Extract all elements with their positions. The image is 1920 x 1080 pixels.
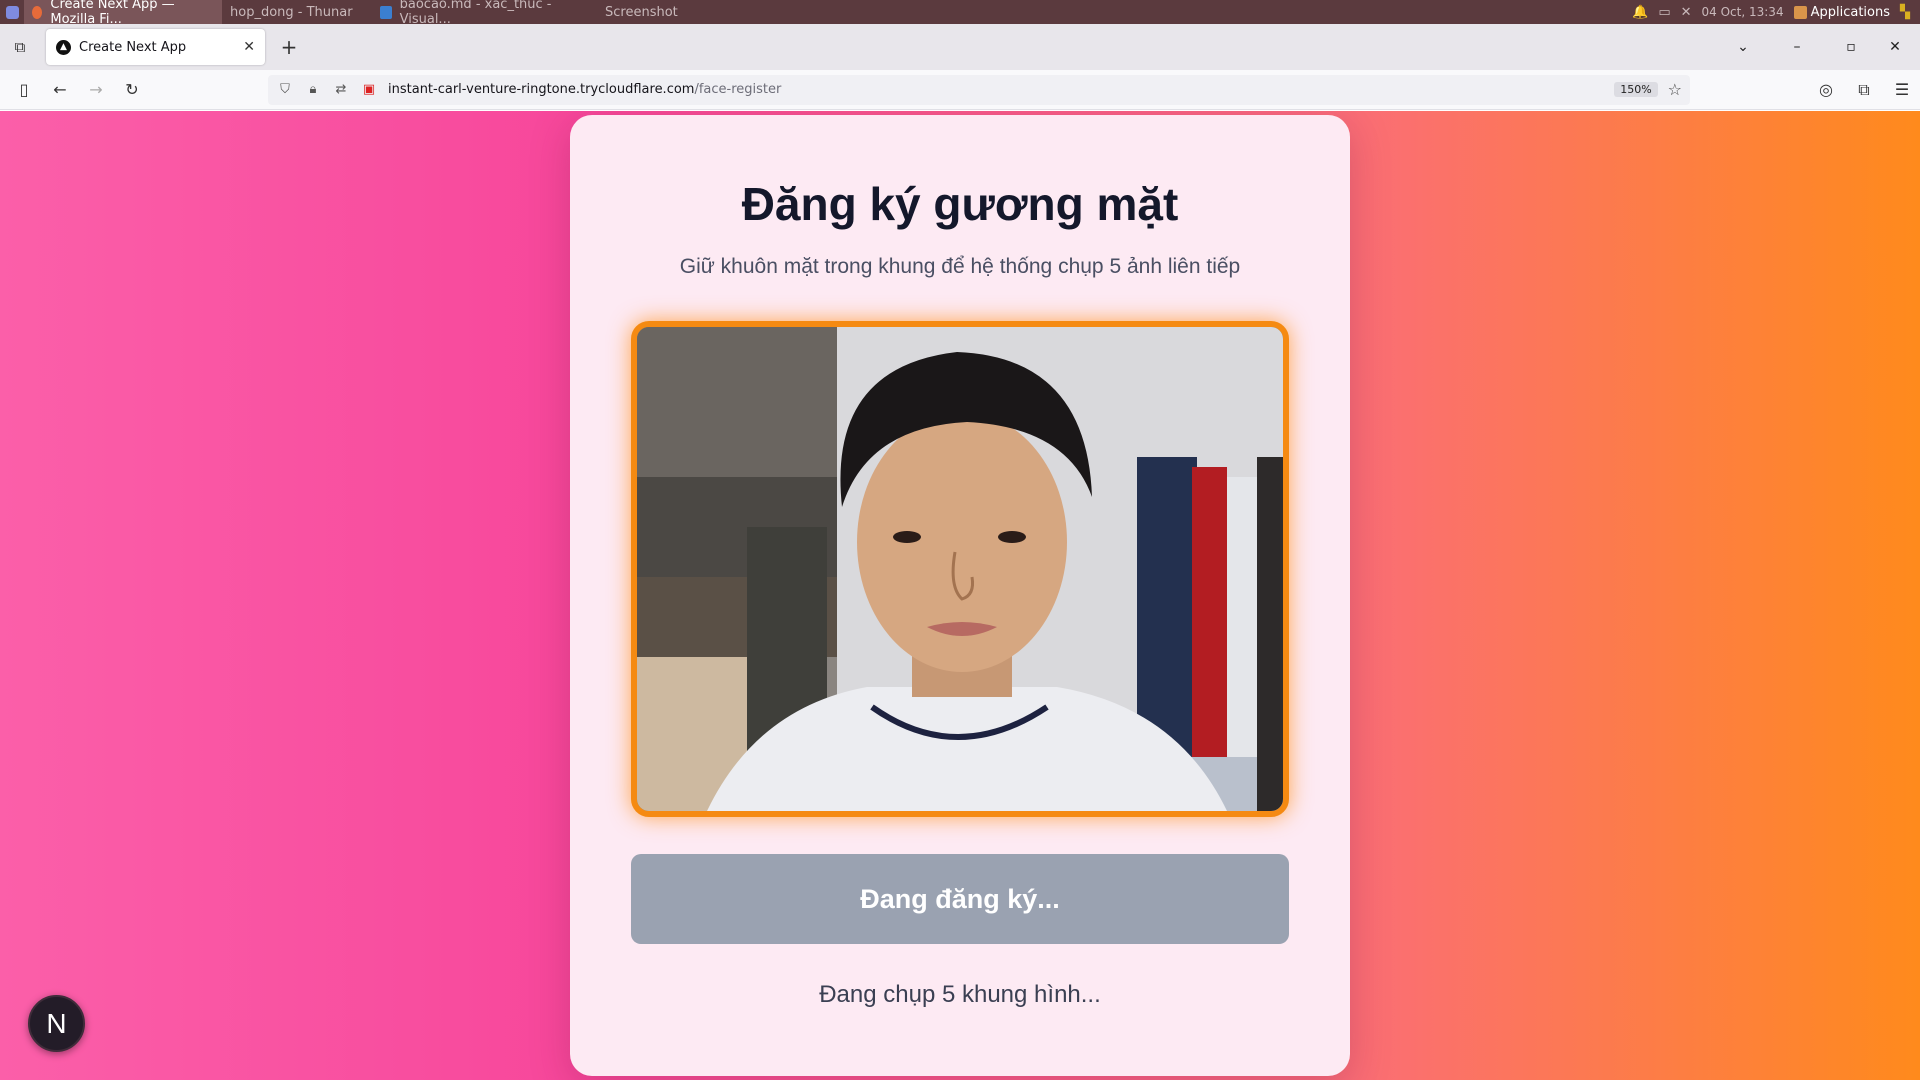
camera-in-use-icon[interactable]: ▣ (360, 82, 378, 97)
extensions-icon[interactable]: ⧉ (1846, 80, 1882, 100)
minimize-icon[interactable]: – (1762, 39, 1832, 55)
list-all-tabs-icon[interactable]: ⌄ (1724, 39, 1762, 55)
page-background: Đăng ký gương mặt Giữ khuôn mặt trong kh… (0, 111, 1920, 1080)
face-register-card: Đăng ký gương mặt Giữ khuôn mặt trong kh… (570, 115, 1350, 1076)
browser-navbar: ▯ ← → ↻ ⛉ 🔒︎ ⇄ ▣ instant-carl-venture-ri… (0, 70, 1920, 110)
tray-app-icon[interactable]: ▚ (1900, 5, 1910, 20)
page-subtitle: Giữ khuôn mặt trong khung để hệ thống ch… (679, 255, 1241, 278)
taskbar-item-label: Screenshot (605, 4, 678, 20)
zoom-indicator[interactable]: 150% (1614, 82, 1658, 97)
tab-title: Create Next App (79, 39, 187, 55)
firefox-icon (32, 5, 43, 19)
nextjs-dev-indicator[interactable]: N (28, 995, 85, 1052)
camera-preview (631, 321, 1289, 817)
lock-icon[interactable]: 🔒︎ (304, 82, 322, 97)
camera-feed-image (637, 327, 1283, 811)
url-path: /face-register (694, 82, 782, 97)
address-bar[interactable]: ⛉ 🔒︎ ⇄ ▣ instant-carl-venture-ringtone.t… (268, 74, 1690, 105)
notification-bell-icon[interactable]: 🔔 (1632, 5, 1648, 20)
applications-menu[interactable]: Applications (1793, 4, 1890, 20)
reload-icon[interactable]: ↻ (114, 80, 150, 99)
taskbar-item-firefox[interactable]: Create Next App — Mozilla Fi... (24, 0, 222, 27)
taskbar-item-label: baocao.md - xac_thuc - Visual... (399, 0, 552, 27)
account-icon[interactable]: ◎ (1808, 80, 1844, 100)
register-button[interactable]: Đang đăng ký... (631, 854, 1289, 944)
applications-icon (1793, 5, 1807, 19)
back-icon[interactable]: ← (42, 80, 78, 99)
os-top-panel: Create Next App — Mozilla Fi... hop_dong… (0, 0, 1920, 27)
applications-label: Applications (1810, 4, 1890, 20)
bookmark-star-icon[interactable]: ☆ (1668, 80, 1682, 99)
firefox-view-icon[interactable]: ⧉ (0, 24, 40, 70)
url-host: instant-carl-venture-ringtone.trycloudfl… (388, 82, 695, 97)
close-window-icon[interactable]: ✕ (1870, 39, 1920, 55)
menu-icon[interactable]: ☰ (1884, 80, 1920, 100)
taskbar-item-label: hop_dong - Thunar (230, 4, 353, 20)
os-menu-icon[interactable] (0, 0, 24, 24)
taskbar-item-vscode[interactable]: baocao.md - xac_thuc - Visual... (372, 0, 597, 27)
browser-tab-active[interactable]: ▲ Create Next App ✕ (46, 29, 265, 65)
browser-tabstrip: ⧉ ▲ Create Next App ✕ + ⌄ – ▫ ✕ (0, 24, 1920, 70)
taskbar-item-thunar[interactable]: hop_dong - Thunar (222, 0, 372, 24)
permissions-icon[interactable]: ⇄ (332, 82, 350, 97)
maximize-icon[interactable]: ▫ (1832, 39, 1870, 55)
sidebar-toggle-icon[interactable]: ▯ (6, 80, 42, 99)
mute-icon[interactable]: ✕ (1681, 5, 1692, 20)
capture-status-text: Đang chụp 5 khung hình... (819, 981, 1101, 1008)
page-title: Đăng ký gương mặt (741, 178, 1179, 230)
forward-icon[interactable]: → (78, 80, 114, 99)
battery-icon[interactable]: ▭ (1658, 5, 1670, 20)
vscode-icon (380, 5, 392, 19)
tracking-shield-icon[interactable]: ⛉ (276, 82, 294, 97)
nextjs-favicon-icon: ▲ (56, 39, 71, 55)
taskbar-item-screenshot[interactable]: Screenshot (597, 0, 690, 24)
close-tab-icon[interactable]: ✕ (243, 39, 255, 55)
new-tab-button[interactable]: + (271, 35, 307, 59)
taskbar-item-label: Create Next App — Mozilla Fi... (50, 0, 175, 27)
clock[interactable]: 04 Oct, 13:34 (1702, 5, 1784, 19)
